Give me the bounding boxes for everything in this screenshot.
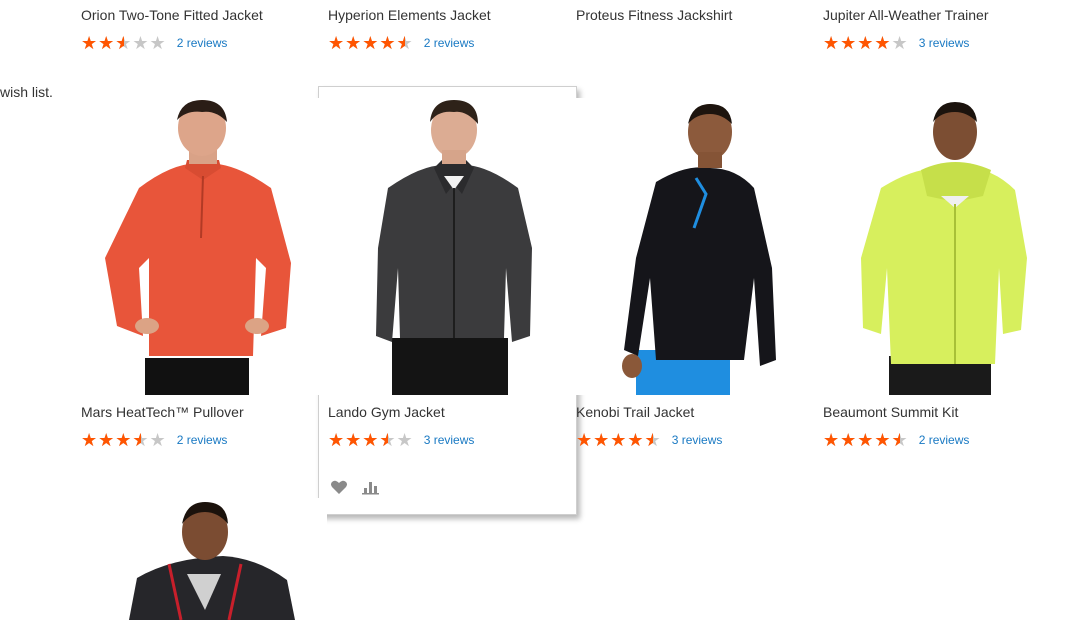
product-image[interactable] (81, 98, 327, 395)
product-name-link[interactable]: Beaumont Summit Kit (823, 403, 1069, 421)
rating-summary: ★★★★★★★★★★ 3 reviews (823, 33, 1069, 53)
product-name-link[interactable]: Proteus Fitness Jackshirt (576, 6, 822, 24)
product-name-link[interactable]: Orion Two-Tone Fitted Jacket (81, 6, 327, 24)
product-item[interactable]: Jupiter All-Weather Trainer ★★★★★★★★★★ 3… (823, 0, 1069, 53)
rating-stars: ★★★★★★★★★★ (328, 33, 414, 53)
rating-stars: ★★★★★★★★★★ (823, 430, 909, 450)
product-name-link[interactable]: Jupiter All-Weather Trainer (823, 6, 1069, 24)
rating-stars: ★★★★★★★★★★ (81, 33, 167, 53)
wishlist-message: wish list. (0, 84, 53, 100)
rating-summary: ★★★★★★★★★★ 2 reviews (81, 430, 327, 450)
add-to-compare-button[interactable] (362, 478, 380, 496)
product-item[interactable]: Mars HeatTech™ Pullover ★★★★★★★★★★ 2 rev… (81, 98, 327, 450)
product-item[interactable]: Proteus Fitness Jackshirt (576, 0, 822, 24)
product-name-link[interactable]: Kenobi Trail Jacket (576, 403, 822, 421)
rating-summary: ★★★★★★★★★★ 2 reviews (328, 33, 574, 53)
reviews-link[interactable]: 2 reviews (177, 433, 228, 447)
add-to-wishlist-button[interactable] (330, 478, 348, 496)
heart-icon (331, 480, 347, 494)
product-image[interactable] (328, 98, 574, 395)
product-item[interactable] (81, 498, 327, 620)
reviews-link[interactable]: 3 reviews (672, 433, 723, 447)
reviews-link[interactable]: 3 reviews (424, 433, 475, 447)
rating-summary: ★★★★★★★★★★ 2 reviews (81, 33, 327, 53)
product-image[interactable] (576, 98, 822, 395)
reviews-link[interactable]: 3 reviews (919, 36, 970, 50)
rating-summary: ★★★★★★★★★★ 3 reviews (328, 430, 574, 450)
product-name-link[interactable]: Hyperion Elements Jacket (328, 6, 574, 24)
reviews-link[interactable]: 2 reviews (919, 433, 970, 447)
product-item[interactable]: Hyperion Elements Jacket ★★★★★★★★★★ 2 re… (328, 0, 574, 53)
product-actions (330, 478, 380, 496)
rating-summary: ★★★★★★★★★★ 2 reviews (823, 430, 1069, 450)
rating-stars: ★★★★★★★★★★ (576, 430, 662, 450)
reviews-link[interactable]: 2 reviews (177, 36, 228, 50)
reviews-link[interactable]: 2 reviews (424, 36, 475, 50)
rating-stars: ★★★★★★★★★★ (823, 33, 909, 53)
rating-stars: ★★★★★★★★★★ (328, 430, 414, 450)
product-item[interactable]: Orion Two-Tone Fitted Jacket ★★★★★★★★★★ … (81, 0, 327, 53)
product-name-link[interactable]: Mars HeatTech™ Pullover (81, 403, 327, 421)
rating-summary: ★★★★★★★★★★ 3 reviews (576, 430, 822, 450)
product-item[interactable]: Lando Gym Jacket ★★★★★★★★★★ 3 reviews (328, 98, 574, 450)
product-item[interactable]: Kenobi Trail Jacket ★★★★★★★★★★ 3 reviews (576, 98, 822, 450)
product-image[interactable] (81, 498, 327, 620)
rating-stars: ★★★★★★★★★★ (81, 430, 167, 450)
bar-chart-icon (362, 482, 379, 495)
product-image[interactable] (823, 98, 1069, 395)
product-name-link[interactable]: Lando Gym Jacket (328, 403, 574, 421)
product-item[interactable]: Beaumont Summit Kit ★★★★★★★★★★ 2 reviews (823, 98, 1069, 450)
